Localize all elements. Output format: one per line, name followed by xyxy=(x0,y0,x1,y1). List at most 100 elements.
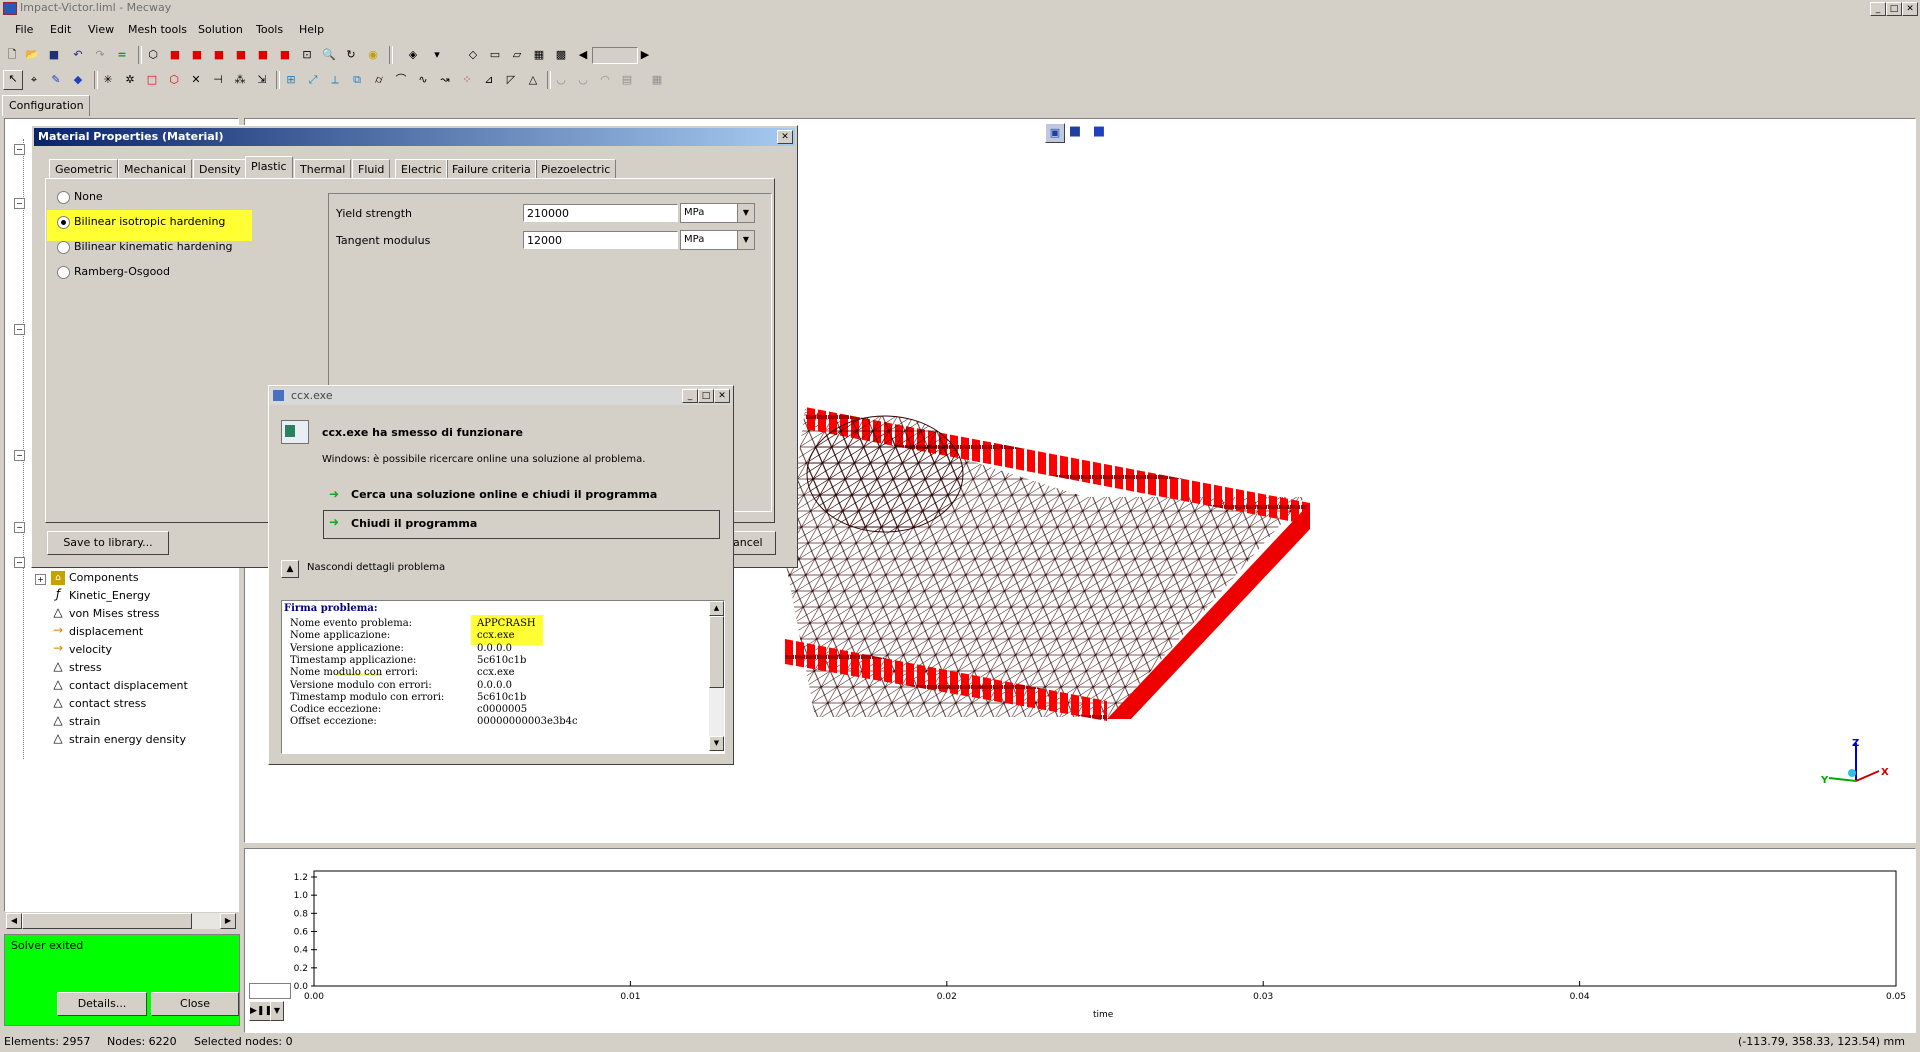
search-solution-option[interactable]: Cerca una soluzione online e chiudi il p… xyxy=(351,488,657,501)
pan-icon[interactable]: ◉ xyxy=(365,47,381,63)
close-solver-button[interactable]: Close xyxy=(151,992,239,1016)
select-node-icon[interactable]: ⌖ xyxy=(26,72,42,88)
zoom-fit-icon[interactable]: ⊡ xyxy=(299,47,315,63)
collapse-3-icon[interactable]: − xyxy=(14,324,25,335)
collapse-6-icon[interactable]: − xyxy=(14,557,25,568)
select-element-icon[interactable]: ✎ xyxy=(48,72,64,88)
tet-icon[interactable]: ◸ xyxy=(503,72,519,88)
close-window-button[interactable]: ✕ xyxy=(1902,2,1918,16)
box-select-icon[interactable]: □ xyxy=(144,72,160,88)
dropdown-arrow-icon[interactable]: ▼ xyxy=(737,204,754,222)
view-bottom-icon[interactable]: ■ xyxy=(277,47,293,63)
tab-thermal[interactable]: Thermal xyxy=(294,159,352,179)
minimize-button[interactable]: _ xyxy=(1870,2,1886,16)
save-icon[interactable]: ■ xyxy=(46,47,62,63)
radio-ramberg-osgood[interactable] xyxy=(57,266,70,279)
surface-3-icon[interactable]: ◠ xyxy=(597,72,613,88)
path-icon[interactable]: ↝ xyxy=(437,72,453,88)
view-top-icon[interactable]: ■ xyxy=(255,47,271,63)
arc-icon[interactable]: ⌒ xyxy=(393,72,409,88)
scroll-right-icon[interactable]: ▶ xyxy=(637,47,653,63)
details-scrollbar[interactable]: ▲ ▼ xyxy=(709,601,724,751)
tab-plastic[interactable]: Plastic xyxy=(245,156,293,179)
cross-icon[interactable]: ✕ xyxy=(188,72,204,88)
play-pause-icon[interactable]: ▶❚❚ xyxy=(249,1001,272,1021)
tree-velocity[interactable]: velocity xyxy=(69,641,112,658)
mirror-mesh-icon[interactable]: ⟂ xyxy=(327,72,343,88)
clip-plane-icon[interactable]: ◇ xyxy=(465,47,481,63)
menu-mesh-tools[interactable]: Mesh tools xyxy=(128,23,187,36)
select-pointer-icon[interactable]: ↖ xyxy=(3,70,23,90)
refine-icon[interactable]: ⊿ xyxy=(481,72,497,88)
render-mode-icon[interactable]: ◈ xyxy=(405,47,421,63)
tree-von-mises[interactable]: von Mises stress xyxy=(69,605,160,622)
view-left-icon[interactable]: ■ xyxy=(211,47,227,63)
save-to-library-button[interactable]: Save to library... xyxy=(47,531,169,555)
tab-density[interactable]: Density xyxy=(193,159,247,179)
tangent-modulus-input[interactable]: 12000 xyxy=(523,231,678,249)
details-scroll-down-icon[interactable]: ▼ xyxy=(709,736,724,751)
redo-icon[interactable]: ↷ xyxy=(92,47,108,63)
scatter-icon[interactable]: ⁘ xyxy=(459,72,475,88)
surface-4-icon[interactable]: ▤ xyxy=(619,72,635,88)
crash-maximize-button[interactable]: □ xyxy=(698,389,714,403)
collapse-details-icon[interactable]: ▲ xyxy=(281,560,299,578)
shaded-icon[interactable]: ▭ xyxy=(487,47,503,63)
collapse-5-icon[interactable]: − xyxy=(14,522,25,533)
menu-solution[interactable]: Solution xyxy=(198,23,243,36)
details-button[interactable]: Details... xyxy=(57,992,147,1016)
details-scroll-up-icon[interactable]: ▲ xyxy=(709,601,724,616)
view-front-icon[interactable]: ■ xyxy=(167,47,183,63)
tab-mechanical[interactable]: Mechanical xyxy=(118,159,192,179)
tree-kinetic-energy[interactable]: Kinetic_Energy xyxy=(69,587,150,604)
scroll-left-arrow-icon[interactable]: ◀ xyxy=(6,913,22,929)
tree-strain[interactable]: strain xyxy=(69,713,100,730)
extrude-icon[interactable]: ⊞ xyxy=(283,72,299,88)
mesh-display-icon[interactable]: ▦ xyxy=(531,47,547,63)
animation-slider[interactable] xyxy=(592,47,638,64)
tab-fluid[interactable]: Fluid xyxy=(352,159,391,179)
tab-piezoelectric[interactable]: Piezoelectric xyxy=(535,159,617,179)
grid-icon[interactable]: ▩ xyxy=(553,47,569,63)
open-folder-icon[interactable]: 📂 xyxy=(24,47,40,63)
tree-hscrollbar[interactable]: ◀ ▶ xyxy=(6,913,236,929)
surface-2-icon[interactable]: ◡ xyxy=(575,72,591,88)
time-slider[interactable] xyxy=(249,983,291,999)
hide-details-toggle[interactable]: Nascondi dettagli problema xyxy=(307,562,445,573)
material-close-button[interactable]: ✕ xyxy=(777,130,793,144)
expand-components-icon[interactable]: + xyxy=(35,574,46,585)
tree-displacement[interactable]: displacement xyxy=(69,623,143,640)
dropdown-arrow-icon-2[interactable]: ▼ xyxy=(737,231,754,249)
rotate-icon[interactable]: ↻ xyxy=(343,47,359,63)
crash-close-button[interactable]: ✕ xyxy=(714,389,730,403)
surface-1-icon[interactable]: ◡ xyxy=(553,72,569,88)
tree-contact-displacement[interactable]: contact displacement xyxy=(69,677,188,694)
radio-bilinear-kinematic[interactable] xyxy=(57,241,70,254)
view-right-icon[interactable]: ■ xyxy=(233,47,249,63)
collapse-4-icon[interactable]: − xyxy=(14,450,25,461)
play-options-icon[interactable]: ▼ xyxy=(270,1001,284,1021)
view-back-icon[interactable]: ■ xyxy=(189,47,205,63)
radio-none[interactable] xyxy=(57,191,70,204)
curve-icon[interactable]: ∿ xyxy=(415,72,431,88)
collapse-2-icon[interactable]: − xyxy=(14,198,25,209)
tree-contact-stress[interactable]: contact stress xyxy=(69,695,146,712)
cylinder-icon[interactable]: ⌭ xyxy=(371,72,387,88)
yield-strength-input[interactable]: 210000 xyxy=(523,204,678,222)
problem-details-box[interactable]: Firma problema: Nome evento problema: APP… xyxy=(281,600,725,754)
cube-select-icon[interactable]: ⬡ xyxy=(166,72,182,88)
table-icon[interactable]: ▦ xyxy=(649,72,665,88)
details-scroll-thumb[interactable] xyxy=(709,616,724,688)
mirror-icon[interactable]: ⊣ xyxy=(210,72,226,88)
tab-electric[interactable]: Electric xyxy=(395,159,448,179)
star-select-icon[interactable]: ✳ xyxy=(100,72,116,88)
tree-components[interactable]: Components xyxy=(69,569,139,586)
copy-icon[interactable]: ⧉ xyxy=(349,72,365,88)
zoom-icon[interactable]: 🔍 xyxy=(321,47,337,63)
tree-strain-energy-density[interactable]: strain energy density xyxy=(69,731,186,748)
tab-configuration[interactable]: Configuration xyxy=(2,95,90,116)
undo-icon[interactable]: ↶ xyxy=(70,47,86,63)
crash-minimize-button[interactable]: _ xyxy=(682,389,698,403)
scroll-thumb[interactable] xyxy=(22,913,192,929)
close-program-option[interactable]: ➜ Chiudi il programma xyxy=(323,510,720,539)
